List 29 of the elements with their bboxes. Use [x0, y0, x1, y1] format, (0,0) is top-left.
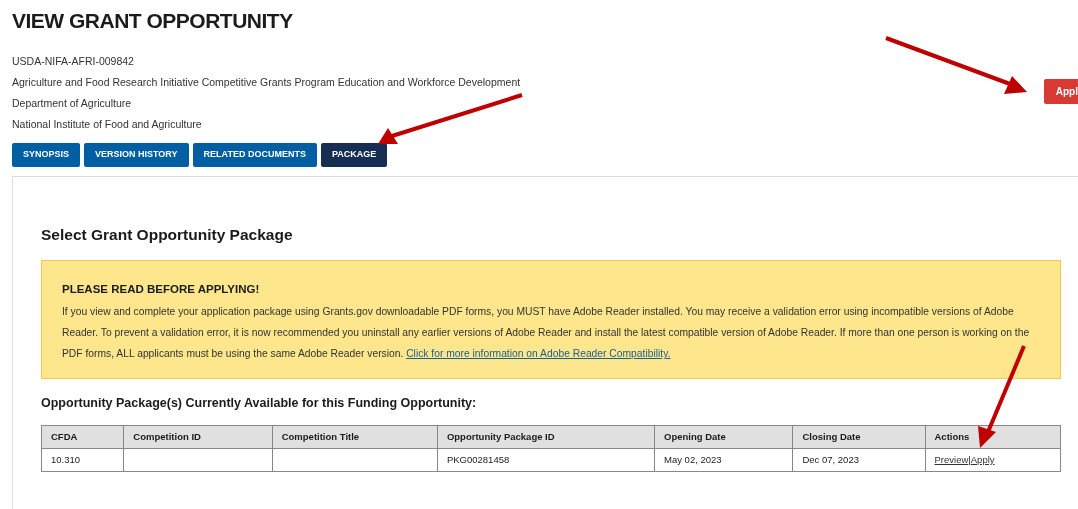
section-title: Select Grant Opportunity Package — [41, 224, 294, 245]
separator: | — [968, 453, 971, 465]
table-cell: May 02, 2023 — [654, 448, 793, 472]
column-header: Opportunity Package ID — [437, 425, 655, 449]
tab[interactable]: VERSION HISTORY — [84, 143, 189, 167]
page-title: VIEW GRANT OPPORTUNITY — [12, 8, 294, 34]
column-header: Actions — [925, 425, 1061, 449]
column-header: CFDA — [41, 425, 124, 449]
table-caption: Opportunity Package(s) Currently Available for this Funding Opportunity: — [41, 394, 478, 412]
apply-button[interactable]: Appl — [1043, 79, 1078, 104]
action-link[interactable]: Apply — [970, 453, 995, 465]
info-link[interactable]: Click for more information on Adobe Reader Compatibility. — [406, 347, 671, 359]
detail-line: Department of Agriculture — [12, 96, 133, 112]
notice-text: If you view and complete your application package using Grants.gov downloadable PDF forms, you MUST have Adobe Reader installed. You may receive a validation error using incompatible versions of Adobe Reader. To prevent a validation error, it is now recommended you uninstall any earlier versions of Adobe Reader and install the latest compatible version of Adobe Reader. If more than one person is working on the PDF forms, ALL applicants must be using the same Adobe Reader version. Click for more information on Adobe Reader Compatibility. — [62, 304, 1031, 361]
column-header: Competition ID — [123, 425, 273, 449]
notice-title: PLEASE READ BEFORE APPLYING! — [62, 281, 261, 297]
detail-line: National Institute of Food and Agriculture — [12, 117, 203, 133]
tab[interactable]: RELATED DOCUMENTS — [192, 143, 317, 167]
detail-line: USDA-NIFA-AFRI-009842 — [12, 54, 135, 70]
action-link[interactable]: Preview — [934, 453, 969, 465]
column-header: Opening Date — [654, 425, 793, 449]
tab[interactable]: SYNOPSIS — [12, 143, 80, 167]
detail-line: Agriculture and Food Research Initiative Competitive Grants Program Education and Workforce Development — [12, 75, 521, 91]
column-header: Competition Title — [272, 425, 438, 449]
tab[interactable]: PACKAGE — [320, 143, 388, 167]
table-cell: PKG00281458 — [437, 448, 655, 472]
table-cell: Dec 07, 2023 — [792, 448, 925, 472]
table-cell: 10.310 — [41, 448, 124, 472]
column-header: Closing Date — [792, 425, 925, 449]
